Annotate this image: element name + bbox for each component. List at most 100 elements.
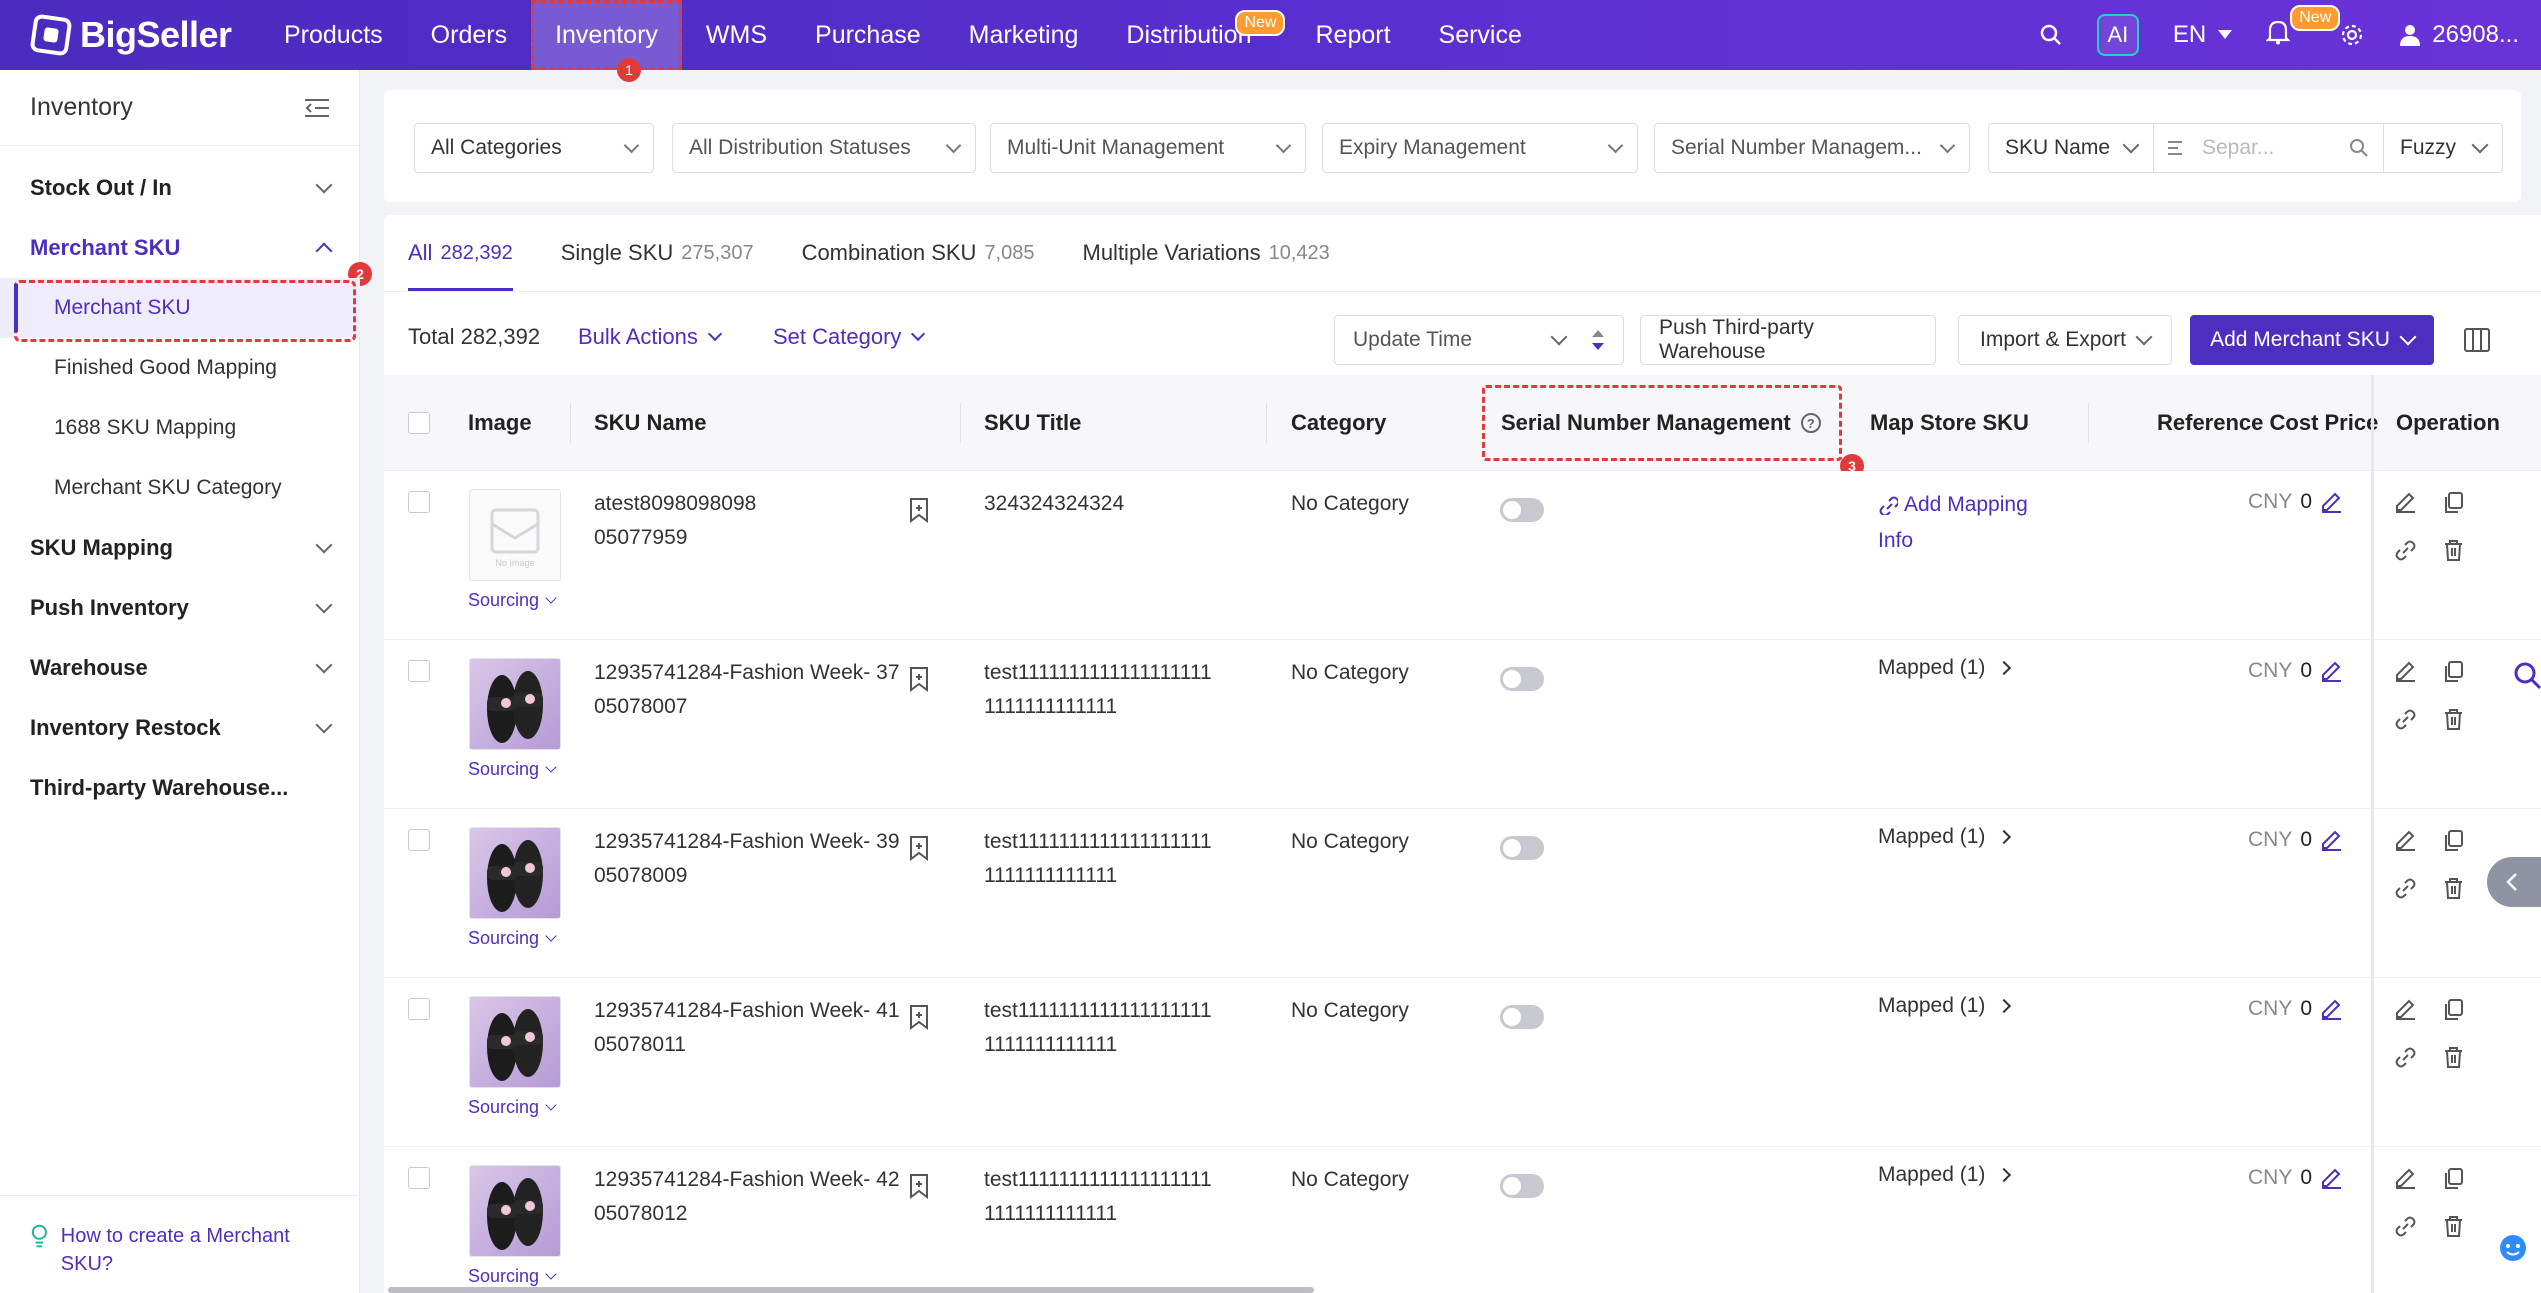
select-all-checkbox[interactable] [408,412,430,434]
push-third-party-warehouse-button[interactable]: Push Third-party Warehouse [1640,315,1936,365]
serial-number-toggle[interactable] [1500,667,1544,691]
bookmark-icon-wrap[interactable] [908,497,932,523]
edit-cost-icon[interactable] [2320,660,2342,682]
bookmark-add-icon[interactable] [908,1173,930,1199]
bookmark-icon-wrap[interactable] [908,666,932,692]
edit-cost-icon[interactable] [2320,491,2342,513]
bulk-actions-dropdown[interactable]: Bulk Actions [578,324,722,350]
delete-button[interactable] [2442,1046,2466,1070]
product-thumbnail[interactable] [469,658,561,750]
distribution-status-select[interactable]: All Distribution Statuses [672,123,976,173]
bookmark-icon-wrap[interactable] [908,1004,932,1030]
nav-service[interactable]: Service [1415,0,1546,70]
sourcing-dropdown[interactable]: Sourcing [468,928,557,949]
sidebar-sub-finished-good-mapping[interactable]: Finished Good Mapping [0,338,360,398]
delete-button[interactable] [2442,877,2466,901]
sourcing-dropdown[interactable]: Sourcing [468,1097,557,1118]
tab-single-sku[interactable]: Single SKU 275,307 [561,215,754,291]
search-field-select[interactable]: SKU Name [1989,124,2154,172]
copy-button[interactable] [2442,660,2466,684]
product-thumbnail[interactable] [469,996,561,1088]
link-button[interactable] [2394,877,2418,901]
sidebar-item-merchant-sku[interactable]: Merchant SKU 2 [0,218,372,286]
row-checkbox[interactable] [408,998,430,1020]
serial-number-select[interactable]: Serial Number Managem... [1654,123,1970,173]
account-menu[interactable]: 26908... [2398,21,2519,49]
link-button[interactable] [2394,1046,2418,1070]
sidebar-sub-merchant-sku[interactable]: Merchant SKU [0,278,360,342]
sourcing-dropdown[interactable]: Sourcing [468,590,557,611]
sidebar-item-sku-mapping[interactable]: SKU Mapping [0,518,360,578]
bookmark-icon-wrap[interactable] [908,835,932,861]
sidebar-item-push-inventory[interactable]: Push Inventory [0,578,360,638]
delete-button[interactable] [2442,708,2466,732]
mapped-link[interactable]: Mapped (1) [1878,825,2012,849]
no-image-placeholder[interactable]: No Image [469,489,561,581]
row-checkbox[interactable] [408,660,430,682]
row-checkbox[interactable] [408,491,430,513]
match-mode-select[interactable]: Fuzzy [2384,124,2502,172]
nav-distribution[interactable]: Distribution New [1102,0,1291,70]
edit-button[interactable] [2394,660,2418,684]
search-icon[interactable] [2039,23,2063,47]
serial-number-toggle[interactable] [1500,836,1544,860]
tab-combination-sku[interactable]: Combination SKU 7,085 [802,215,1035,291]
copy-button[interactable] [2442,829,2466,853]
edit-button[interactable] [2394,829,2418,853]
edit-button[interactable] [2394,491,2418,515]
expiry-select[interactable]: Expiry Management [1322,123,1638,173]
add-mapping-info-link[interactable]: Add Mapping Info [1878,487,2048,559]
tab-multiple-variations[interactable]: Multiple Variations 10,423 [1083,215,1330,291]
delete-button[interactable] [2442,1215,2466,1239]
search-icon[interactable] [2349,138,2369,158]
category-select[interactable]: All Categories [414,123,654,173]
bookmark-add-icon[interactable] [908,835,930,861]
sidebar-item-warehouse[interactable]: Warehouse [0,638,360,698]
add-merchant-sku-button[interactable]: Add Merchant SKU [2190,315,2434,365]
bookmark-icon-wrap[interactable] [908,1173,932,1199]
product-thumbnail[interactable] [469,1165,561,1257]
gear-icon[interactable] [2340,23,2364,47]
mapped-link[interactable]: Mapped (1) [1878,994,2012,1018]
tab-all[interactable]: All 282,392 [408,215,513,291]
help-link[interactable]: How to create a Merchant SKU? [0,1195,360,1293]
horizontal-scrollbar[interactable] [384,1287,2541,1293]
mapped-link[interactable]: Mapped (1) [1878,656,2012,680]
serial-number-toggle[interactable] [1500,1005,1544,1029]
product-thumbnail[interactable] [469,827,561,919]
nav-products[interactable]: Products [260,0,407,70]
link-button[interactable] [2394,539,2418,563]
scrollbar-thumb[interactable] [388,1287,1314,1293]
delete-button[interactable] [2442,539,2466,563]
nav-wms[interactable]: WMS [682,0,791,70]
set-category-dropdown[interactable]: Set Category [773,324,926,350]
sidebar-sub-1688-sku-mapping[interactable]: 1688 SKU Mapping [0,398,360,458]
bookmark-add-icon[interactable] [908,1004,930,1030]
import-export-button[interactable]: Import & Export [1958,315,2172,365]
column-settings-icon[interactable] [2464,328,2490,352]
link-button[interactable] [2394,708,2418,732]
search-input[interactable]: Separ... [2154,124,2384,172]
copy-button[interactable] [2442,998,2466,1022]
edit-cost-icon[interactable] [2320,998,2342,1020]
notifications[interactable]: New [2265,4,2341,52]
sort-order-icon[interactable] [1591,328,1605,352]
help-link-text[interactable]: How to create a Merchant SKU? [61,1222,330,1293]
row-checkbox[interactable] [408,1167,430,1189]
mapped-link[interactable]: Mapped (1) [1878,1163,2012,1187]
sourcing-dropdown[interactable]: Sourcing [468,759,557,780]
edit-cost-icon[interactable] [2320,829,2342,851]
nav-purchase[interactable]: Purchase [791,0,945,70]
floating-search-icon[interactable] [2512,660,2541,690]
nav-orders[interactable]: Orders [407,0,531,70]
nav-report[interactable]: Report [1291,0,1414,70]
edit-cost-icon[interactable] [2320,1167,2342,1189]
link-button[interactable] [2394,1215,2418,1239]
bigseller-logo[interactable]: BigSeller [29,12,232,58]
collapse-sidebar-icon[interactable] [305,98,329,118]
edit-button[interactable] [2394,1167,2418,1191]
ai-button[interactable]: AI [2096,14,2139,56]
copy-button[interactable] [2442,1167,2466,1191]
support-chat-icon[interactable] [2498,1233,2528,1263]
help-icon[interactable]: ? [1800,413,1821,433]
